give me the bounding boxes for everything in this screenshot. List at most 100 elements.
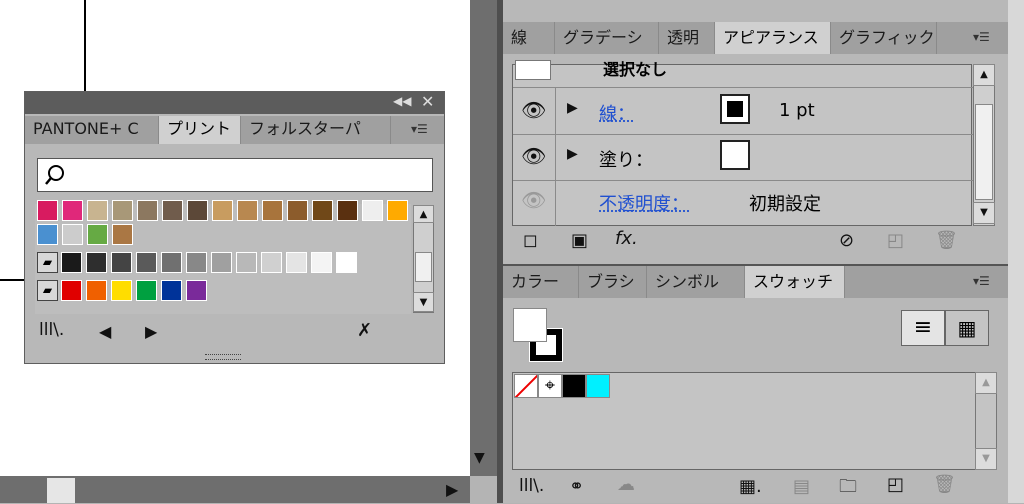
previous-library-icon[interactable]: ◀ xyxy=(99,322,111,341)
swatch-chip[interactable] xyxy=(287,200,308,221)
swatch-chip[interactable] xyxy=(212,200,233,221)
stroke-swatch[interactable] xyxy=(720,94,750,124)
tab-transparency[interactable]: 透明 xyxy=(659,22,715,54)
swatch-chip[interactable] xyxy=(312,200,333,221)
panel-menu-icon[interactable]: ▾☰ xyxy=(973,274,990,288)
tab-appearance[interactable]: アピアランス xyxy=(715,22,831,54)
resize-grip[interactable] xyxy=(205,354,241,360)
new-swatch-icon[interactable]: ◰ xyxy=(887,474,904,495)
tab-pantone[interactable]: PANTONE+ C xyxy=(25,116,159,144)
eyedropper-icon[interactable]: ✗ xyxy=(357,320,372,341)
swatch-chip[interactable] xyxy=(86,280,107,301)
fill-swatch[interactable] xyxy=(720,140,750,170)
panel-menu-icon[interactable]: ▾☰ xyxy=(411,122,428,136)
swatch-list-scroll-thumb[interactable] xyxy=(415,252,432,282)
trash-icon: 🗑 xyxy=(933,474,956,495)
swatch-chip[interactable] xyxy=(187,200,208,221)
panel-title-bar[interactable] xyxy=(25,92,444,114)
swatch-chip[interactable] xyxy=(261,252,282,273)
swatch-chip[interactable] xyxy=(111,280,132,301)
color-group-folder-icon[interactable]: ▰ xyxy=(37,280,58,301)
tab-forster[interactable]: フォルスターパ xyxy=(241,116,391,144)
swatch-chip[interactable] xyxy=(336,252,357,273)
appearance-scroll-thumb[interactable] xyxy=(975,104,993,200)
clear-appearance-icon[interactable]: ⊘ xyxy=(839,230,854,251)
close-icon[interactable]: ✕ xyxy=(421,92,434,111)
new-color-group-icon[interactable]: 🗀 xyxy=(839,474,857,504)
scroll-right-arrow-icon[interactable]: ▶ xyxy=(446,480,458,499)
swatch-library-menu-icon[interactable]: lll\. xyxy=(519,476,544,496)
swatch-chip[interactable] xyxy=(62,224,83,245)
swatch-chip[interactable] xyxy=(262,200,283,221)
tab-symbols[interactable]: シンボル xyxy=(647,266,745,298)
swatch-chip[interactable] xyxy=(387,200,408,221)
swatch-chip[interactable] xyxy=(62,200,83,221)
scroll-down-arrow-icon[interactable]: ▼ xyxy=(973,202,995,224)
swatch-chip[interactable] xyxy=(112,224,133,245)
swatch-chip[interactable] xyxy=(86,252,107,273)
swatch-chip[interactable] xyxy=(362,200,383,221)
tab-stroke[interactable]: 線 xyxy=(503,22,555,54)
none-swatch[interactable] xyxy=(514,374,538,398)
panel-menu-icon[interactable]: ▾☰ xyxy=(973,30,990,44)
swatch-chip[interactable] xyxy=(136,252,157,273)
tab-graphic-styles[interactable]: グラフィック xyxy=(831,22,937,54)
tab-brushes[interactable]: ブラシ xyxy=(579,266,647,298)
stroke-weight[interactable]: 1 pt xyxy=(779,100,815,121)
fill-label[interactable]: 塗り： xyxy=(599,146,653,172)
fx-effect-icon[interactable]: fx. xyxy=(615,228,638,249)
swatch-chip[interactable] xyxy=(237,200,258,221)
h-scroll-thumb[interactable] xyxy=(47,478,75,503)
swatch-chip[interactable] xyxy=(337,200,358,221)
color-group-folder-icon[interactable]: ▰ xyxy=(37,252,58,273)
fill-color-indicator[interactable] xyxy=(513,308,547,342)
swatch-chip[interactable] xyxy=(61,252,82,273)
cyan-swatch[interactable] xyxy=(586,374,610,398)
swatch-library-menu-icon[interactable]: lll\. xyxy=(39,320,64,340)
list-view-button[interactable]: ≡ xyxy=(901,310,945,346)
registration-swatch[interactable]: ⌖ xyxy=(538,374,562,398)
add-color-theme-icon[interactable]: ⚭ xyxy=(569,476,584,497)
swatch-chip[interactable] xyxy=(161,280,182,301)
visibility-eye-icon[interactable]: 👁 xyxy=(521,98,546,122)
swatch-chip[interactable] xyxy=(61,280,82,301)
tab-gradient[interactable]: グラデーシ xyxy=(555,22,659,54)
tab-color[interactable]: カラー xyxy=(503,266,579,298)
opacity-label[interactable]: 不透明度： xyxy=(599,190,689,216)
swatch-chip[interactable] xyxy=(186,280,207,301)
black-swatch[interactable] xyxy=(562,374,586,398)
show-swatch-kinds-icon[interactable]: ▦. xyxy=(739,476,762,497)
swatch-chip[interactable] xyxy=(236,252,257,273)
add-fill-icon[interactable]: ▣ xyxy=(571,230,588,251)
swatch-chip[interactable] xyxy=(87,224,108,245)
swatch-chip[interactable] xyxy=(137,200,158,221)
visibility-eye-icon[interactable]: 👁 xyxy=(521,144,546,168)
tab-swatches[interactable]: スウォッチ xyxy=(745,266,845,298)
swatch-chip[interactable] xyxy=(162,200,183,221)
swatch-chip[interactable] xyxy=(211,252,232,273)
add-stroke-icon[interactable]: ◻ xyxy=(523,230,538,251)
scroll-up-arrow-icon[interactable]: ▲ xyxy=(973,64,995,86)
expand-triangle-icon[interactable]: ▶ xyxy=(567,146,578,162)
swatch-chip[interactable] xyxy=(112,200,133,221)
canvas-vertical-scrollbar[interactable] xyxy=(470,0,500,476)
swatch-chip[interactable] xyxy=(186,252,207,273)
scroll-down-arrow-icon[interactable]: ▼ xyxy=(413,292,434,312)
next-library-icon[interactable]: ▶ xyxy=(145,322,157,341)
thumbnail-view-button[interactable]: ▦ xyxy=(945,310,989,346)
double-chevron-left-icon[interactable]: ◀◀ xyxy=(393,94,411,108)
expand-triangle-icon[interactable]: ▶ xyxy=(567,100,578,116)
scroll-up-arrow-icon[interactable]: ▲ xyxy=(413,205,434,223)
swatch-chip[interactable] xyxy=(136,280,157,301)
stroke-label[interactable]: 線： xyxy=(599,100,635,126)
swatch-chip[interactable] xyxy=(161,252,182,273)
scroll-down-arrow-icon[interactable]: ▼ xyxy=(474,450,485,466)
swatch-chip[interactable] xyxy=(286,252,307,273)
swatch-chip[interactable] xyxy=(37,224,58,245)
swatch-chip[interactable] xyxy=(37,200,58,221)
swatch-chip[interactable] xyxy=(87,200,108,221)
search-input[interactable] xyxy=(37,158,433,192)
tab-print[interactable]: プリント xyxy=(159,116,241,144)
swatch-chip[interactable] xyxy=(311,252,332,273)
swatch-chip[interactable] xyxy=(111,252,132,273)
